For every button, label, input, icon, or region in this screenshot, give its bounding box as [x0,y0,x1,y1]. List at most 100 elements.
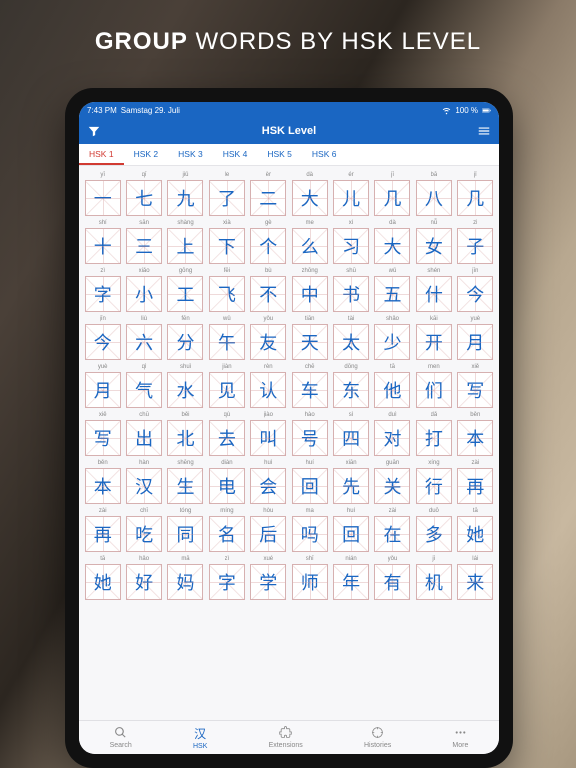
character-cell[interactable]: fēi飞 [207,266,246,312]
character-cell[interactable]: fēn分 [166,314,205,360]
character-cell[interactable]: bù不 [249,266,288,312]
character-cell[interactable]: tā她 [456,506,495,552]
character-cell[interactable]: sì四 [331,410,370,456]
character-cell[interactable]: zì字 [83,266,122,312]
character-cell[interactable]: kāi开 [414,314,453,360]
character-cell[interactable]: běn本 [83,458,122,504]
tab-hsk-3[interactable]: HSK 3 [168,144,213,165]
character-cell[interactable]: hào号 [290,410,329,456]
character-cell[interactable]: nǚ女 [414,218,453,264]
character-cell[interactable]: zì字 [207,554,246,600]
character-cell[interactable]: tiān天 [290,314,329,360]
character-cell[interactable]: diàn电 [207,458,246,504]
character-cell[interactable]: huí回 [331,506,370,552]
character-cell[interactable]: xiǎo小 [124,266,163,312]
tab-hsk-6[interactable]: HSK 6 [302,144,347,165]
character-cell[interactable]: xià下 [207,218,246,264]
character-cell[interactable]: bā八 [414,170,453,216]
character-cell[interactable]: yǒu友 [249,314,288,360]
character-cell[interactable]: běn本 [456,410,495,456]
character-cell[interactable]: ma吗 [290,506,329,552]
character-cell[interactable]: zhōng中 [290,266,329,312]
character-cell[interactable]: hòu后 [249,506,288,552]
character-cell[interactable]: zǐ子 [456,218,495,264]
character-cell[interactable]: shàng上 [166,218,205,264]
character-cell[interactable]: hàn汉 [124,458,163,504]
character-cell[interactable]: liù六 [124,314,163,360]
character-cell[interactable]: shén什 [414,266,453,312]
character-cell[interactable]: me么 [290,218,329,264]
character-cell[interactable]: ér儿 [331,170,370,216]
tabbar-histories[interactable]: Histories [364,726,391,749]
character-cell[interactable]: jīn今 [83,314,122,360]
character-cell[interactable]: rèn认 [249,362,288,408]
character-cell[interactable]: huí回 [290,458,329,504]
character-cell[interactable]: xiān先 [331,458,370,504]
character-cell[interactable]: duō多 [414,506,453,552]
character-cell[interactable]: mā妈 [166,554,205,600]
character-cell[interactable]: qì气 [124,362,163,408]
tabbar-more[interactable]: More [452,726,468,749]
character-cell[interactable]: sān三 [124,218,163,264]
character-cell[interactable]: wǔ午 [207,314,246,360]
character-cell[interactable]: lái来 [456,554,495,600]
character-cell[interactable]: shī师 [290,554,329,600]
character-cell[interactable]: yǒu有 [373,554,412,600]
character-cell[interactable]: xué学 [249,554,288,600]
tabbar-search[interactable]: Search [110,726,132,749]
character-cell[interactable]: èr二 [249,170,288,216]
character-cell[interactable]: dǎ打 [414,410,453,456]
character-cell[interactable]: jiǔ九 [166,170,205,216]
character-cell[interactable]: tā他 [373,362,412,408]
character-cell[interactable]: jīn今 [456,266,495,312]
character-cell[interactable]: shēng生 [166,458,205,504]
character-cell[interactable]: dōng东 [331,362,370,408]
character-cell[interactable]: jiào叫 [249,410,288,456]
character-cell[interactable]: shí十 [83,218,122,264]
character-cell[interactable]: yuè月 [456,314,495,360]
character-cell[interactable]: xiě写 [456,362,495,408]
character-cell[interactable]: zài再 [83,506,122,552]
character-cell[interactable]: míng名 [207,506,246,552]
menu-icon[interactable] [477,124,491,138]
tab-hsk-4[interactable]: HSK 4 [213,144,258,165]
character-cell[interactable]: chī吃 [124,506,163,552]
character-cell[interactable]: guān关 [373,458,412,504]
character-cell[interactable]: gōng工 [166,266,205,312]
character-cell[interactable]: tā她 [83,554,122,600]
character-cell[interactable]: qī七 [124,170,163,216]
tabbar-hsk[interactable]: 汉HSK [193,725,207,750]
character-cell[interactable]: chū出 [124,410,163,456]
character-cell[interactable]: shū书 [331,266,370,312]
character-cell[interactable]: chē车 [290,362,329,408]
character-cell[interactable]: xiě写 [83,410,122,456]
character-cell[interactable]: jiàn见 [207,362,246,408]
tab-hsk-5[interactable]: HSK 5 [257,144,302,165]
character-cell[interactable]: nián年 [331,554,370,600]
tab-hsk-1[interactable]: HSK 1 [79,144,124,165]
character-cell[interactable]: jī几 [373,170,412,216]
character-cell[interactable]: tóng同 [166,506,205,552]
character-cell[interactable]: zài再 [456,458,495,504]
character-cell[interactable]: yī一 [83,170,122,216]
filter-icon[interactable] [87,124,101,138]
character-cell[interactable]: shǎo少 [373,314,412,360]
character-cell[interactable]: hǎo好 [124,554,163,600]
tab-hsk-2[interactable]: HSK 2 [124,144,169,165]
character-cell[interactable]: men们 [414,362,453,408]
character-cell[interactable]: gè个 [249,218,288,264]
character-cell[interactable]: duì对 [373,410,412,456]
character-cell[interactable]: xíng行 [414,458,453,504]
character-cell[interactable]: wǔ五 [373,266,412,312]
character-cell[interactable]: shuǐ水 [166,362,205,408]
character-cell[interactable]: běi北 [166,410,205,456]
character-cell[interactable]: yuè月 [83,362,122,408]
character-cell[interactable]: huì会 [249,458,288,504]
character-cell[interactable]: tài太 [331,314,370,360]
character-cell[interactable]: le了 [207,170,246,216]
character-cell[interactable]: zài在 [373,506,412,552]
character-cell[interactable]: jī机 [414,554,453,600]
character-cell[interactable]: qù去 [207,410,246,456]
character-cell[interactable]: dà大 [290,170,329,216]
character-cell[interactable]: jǐ几 [456,170,495,216]
